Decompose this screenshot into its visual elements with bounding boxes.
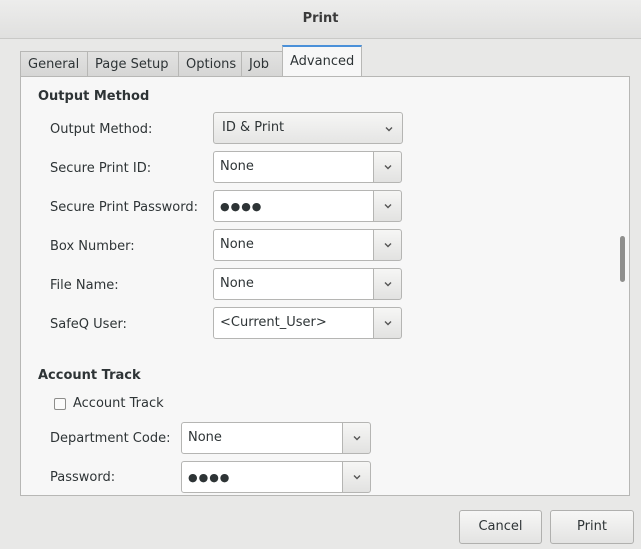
file-name-field[interactable]: None <box>213 268 374 300</box>
secure-print-id-value: None <box>220 159 254 174</box>
account-track-checkbox[interactable] <box>54 398 66 410</box>
secure-print-password-field[interactable]: ●●●● <box>213 190 374 222</box>
secure-print-password-dropdown-button[interactable] <box>373 190 402 222</box>
chevron-down-icon <box>384 321 392 326</box>
print-button[interactable]: Print <box>550 510 634 544</box>
safeq-user-value: <Current_User> <box>220 315 327 330</box>
safeq-user-label: SafeQ User: <box>50 317 127 332</box>
output-method-label: Output Method: <box>50 122 153 137</box>
title-bar[interactable]: Print <box>0 0 641 39</box>
cancel-button[interactable]: Cancel <box>459 510 542 544</box>
account-track-heading: Account Track <box>38 368 141 383</box>
window-title: Print <box>302 11 339 26</box>
file-name-value: None <box>220 276 254 291</box>
tab-job[interactable]: Job <box>241 51 283 76</box>
secure-print-id-field[interactable]: None <box>213 151 374 183</box>
password-dropdown-button[interactable] <box>342 461 371 493</box>
safeq-user-field[interactable]: <Current_User> <box>213 307 374 339</box>
chevron-down-icon <box>353 475 361 480</box>
advanced-panel: Output Method Output Method: ID & Print … <box>20 76 630 496</box>
print-dialog: Print General Page Setup Options Job Adv… <box>0 0 641 549</box>
secure-print-id-label: Secure Print ID: <box>50 161 152 176</box>
vertical-scrollbar-thumb[interactable] <box>620 236 625 282</box>
password-field[interactable]: ●●●● <box>181 461 343 493</box>
secure-print-password-value: ●●●● <box>220 200 263 213</box>
chevron-down-icon <box>384 204 392 209</box>
tab-general[interactable]: General <box>20 51 88 76</box>
file-name-label: File Name: <box>50 278 119 293</box>
account-track-checkbox-label[interactable]: Account Track <box>73 396 164 411</box>
chevron-down-icon <box>385 127 393 132</box>
department-code-label: Department Code: <box>50 431 171 446</box>
tab-options[interactable]: Options <box>178 51 242 76</box>
secure-print-password-label: Secure Print Password: <box>50 200 198 215</box>
chevron-down-icon <box>353 436 361 441</box>
output-method-heading: Output Method <box>38 89 150 104</box>
password-value: ●●●● <box>188 471 231 484</box>
department-code-dropdown-button[interactable] <box>342 422 371 454</box>
department-code-field[interactable]: None <box>181 422 343 454</box>
box-number-value: None <box>220 237 254 252</box>
box-number-label: Box Number: <box>50 239 135 254</box>
chevron-down-icon <box>384 282 392 287</box>
box-number-field[interactable]: None <box>213 229 374 261</box>
tab-page-setup[interactable]: Page Setup <box>87 51 179 76</box>
secure-print-id-dropdown-button[interactable] <box>373 151 402 183</box>
chevron-down-icon <box>384 165 392 170</box>
department-code-value: None <box>188 430 222 445</box>
safeq-user-dropdown-button[interactable] <box>373 307 402 339</box>
output-method-value: ID & Print <box>222 120 285 135</box>
file-name-dropdown-button[interactable] <box>373 268 402 300</box>
chevron-down-icon <box>384 243 392 248</box>
output-method-select[interactable]: ID & Print <box>213 112 403 144</box>
box-number-dropdown-button[interactable] <box>373 229 402 261</box>
password-label: Password: <box>50 470 116 485</box>
tab-advanced[interactable]: Advanced <box>282 45 362 77</box>
